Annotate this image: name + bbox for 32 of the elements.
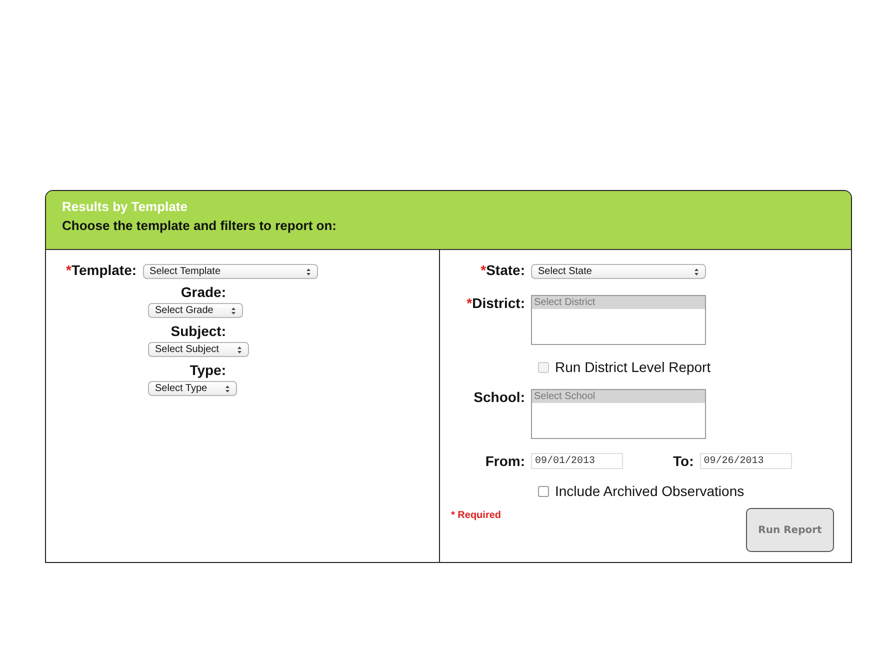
checkbox[interactable] [538,486,549,496]
checkbox-label: Include Archived Observations [555,483,744,499]
stepper-icon [236,346,242,354]
field-label: Subject: [170,323,226,339]
select-value: Select Grade [155,305,214,316]
stepper-icon [231,306,236,314]
select-value: Select Template [150,266,221,277]
stepper-icon [694,268,699,276]
select-value: Select State [538,266,592,277]
date-field[interactable]: 09/01/2013 [531,453,623,469]
stepper-icon [306,268,311,276]
select-value: Select Subject [155,344,219,355]
field-label: *Template: [66,262,137,278]
select-value: Select Type [155,383,208,394]
stepper-icon [225,384,230,392]
panel-subtitle: Choose the template and filters to report on: [62,218,336,233]
field-label: To: [673,453,694,469]
field-label: *District: [466,295,526,311]
field-label: School: [472,389,526,405]
required-note: * Required [451,510,502,521]
dropdown[interactable]: Select State [531,264,706,279]
dropdown[interactable]: Select Template [142,264,318,279]
dropdown[interactable]: Select Type [148,381,238,396]
dropdown[interactable]: Select Subject [148,342,249,357]
panel-title: Results by Template [62,199,188,214]
checkbox-label: Run District Level Report [555,359,711,375]
date-field[interactable]: 09/26/2013 [700,453,792,469]
field-label: From: [484,453,526,469]
field-label: *State: [480,262,526,278]
field-label: Grade: [180,284,226,300]
dropdown[interactable]: Select Grade [148,303,244,318]
field-label: Type: [190,362,226,378]
